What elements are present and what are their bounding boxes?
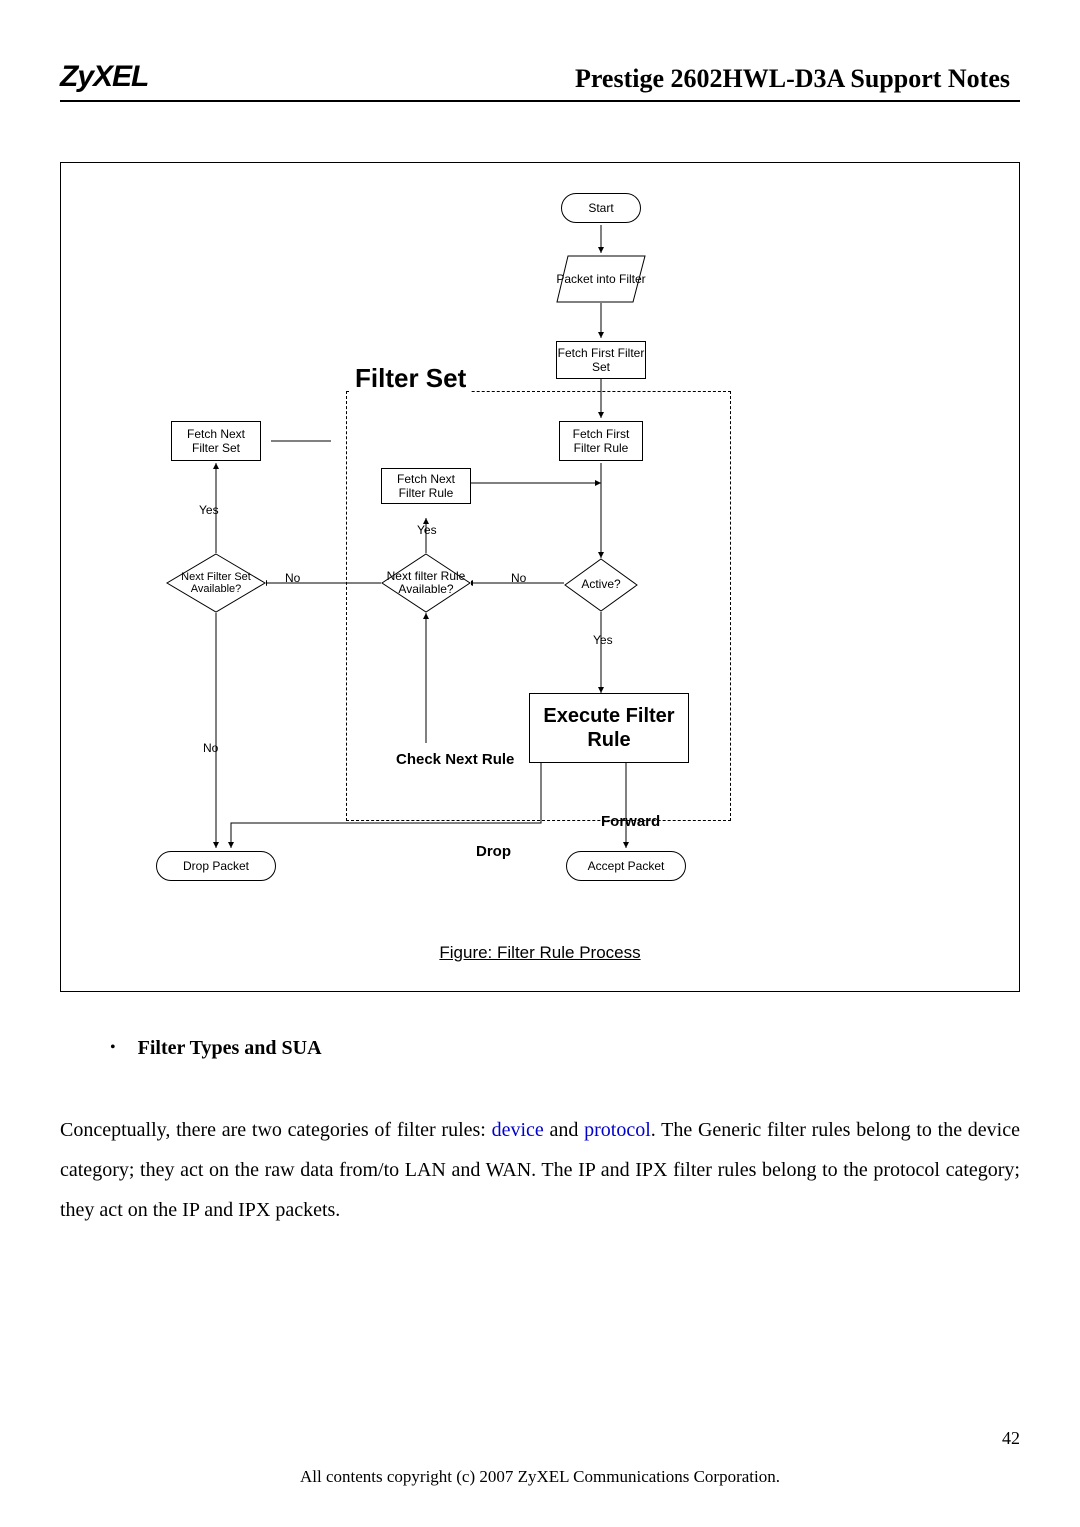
page-header: ZyXEL Prestige 2602HWL-D3A Support Notes [60, 60, 1020, 102]
page-title: Prestige 2602HWL-D3A Support Notes [575, 64, 1020, 94]
edge-no-3: No [203, 741, 218, 755]
figure-caption: Figure: Filter Rule Process [61, 943, 1019, 963]
edge-no-2: No [511, 571, 526, 585]
node-start: Start [561, 193, 641, 223]
node-packet-into-filter: Packet into Filter [556, 255, 646, 303]
body-paragraph: Conceptually, there are two categories o… [60, 1110, 1020, 1230]
label-check-next-rule: Check Next Rule [396, 751, 514, 769]
para-and: and [544, 1119, 584, 1141]
term-device: device [492, 1119, 544, 1141]
label-drop-packet: Drop Packet [183, 859, 249, 873]
label-active: Active? [564, 558, 638, 612]
filter-set-heading: Filter Set [351, 363, 470, 394]
edge-yes-1: Yes [199, 503, 219, 517]
label-fetch-first-rule: Fetch First Filter Rule [560, 427, 642, 456]
node-fetch-first-set: Fetch First Filter Set [556, 341, 646, 379]
node-fetch-first-set-label: Fetch First Filter Set [557, 346, 645, 375]
node-packet-label: Packet into Filter [556, 255, 646, 303]
bullet-icon: • [110, 1037, 116, 1059]
node-drop-packet: Drop Packet [156, 851, 276, 881]
flowchart-figure: Start Packet into Filter Fetch First Fil… [60, 162, 1020, 992]
para-pre: Conceptually, there are two categories o… [60, 1119, 492, 1141]
node-start-label: Start [588, 201, 613, 215]
label-execute-rule: Execute Filter Rule [530, 704, 688, 752]
section-heading: Filter Types and SUA [138, 1037, 322, 1060]
node-next-rule-available: Next filter Rule Available? [381, 553, 471, 613]
node-fetch-next-set: Fetch Next Filter Set [171, 421, 261, 461]
label-fetch-next-rule: Fetch Next Filter Rule [382, 472, 470, 501]
node-active: Active? [564, 558, 638, 612]
label-next-rule-available: Next filter Rule Available? [381, 553, 471, 613]
copyright: All contents copyright (c) 2007 ZyXEL Co… [0, 1467, 1080, 1487]
edge-yes-2: Yes [417, 523, 437, 537]
label-accept-packet: Accept Packet [588, 859, 665, 873]
node-fetch-next-rule: Fetch Next Filter Rule [381, 468, 471, 504]
logo: ZyXEL [60, 60, 148, 94]
node-next-set-available: Next Filter Set Available? [166, 553, 266, 613]
node-execute-rule: Execute Filter Rule [529, 693, 689, 763]
node-accept-packet: Accept Packet [566, 851, 686, 881]
edge-yes-3: Yes [593, 633, 613, 647]
term-protocol: protocol [584, 1119, 651, 1141]
page-number: 42 [1002, 1428, 1020, 1449]
label-drop: Drop [476, 843, 511, 860]
node-fetch-first-rule: Fetch First Filter Rule [559, 421, 643, 461]
label-forward: Forward [601, 813, 660, 830]
label-fetch-next-set: Fetch Next Filter Set [172, 427, 260, 456]
label-next-set-available: Next Filter Set Available? [166, 553, 266, 613]
bullet-item: • Filter Types and SUA [110, 1037, 1020, 1060]
edge-no-1: No [285, 571, 300, 585]
